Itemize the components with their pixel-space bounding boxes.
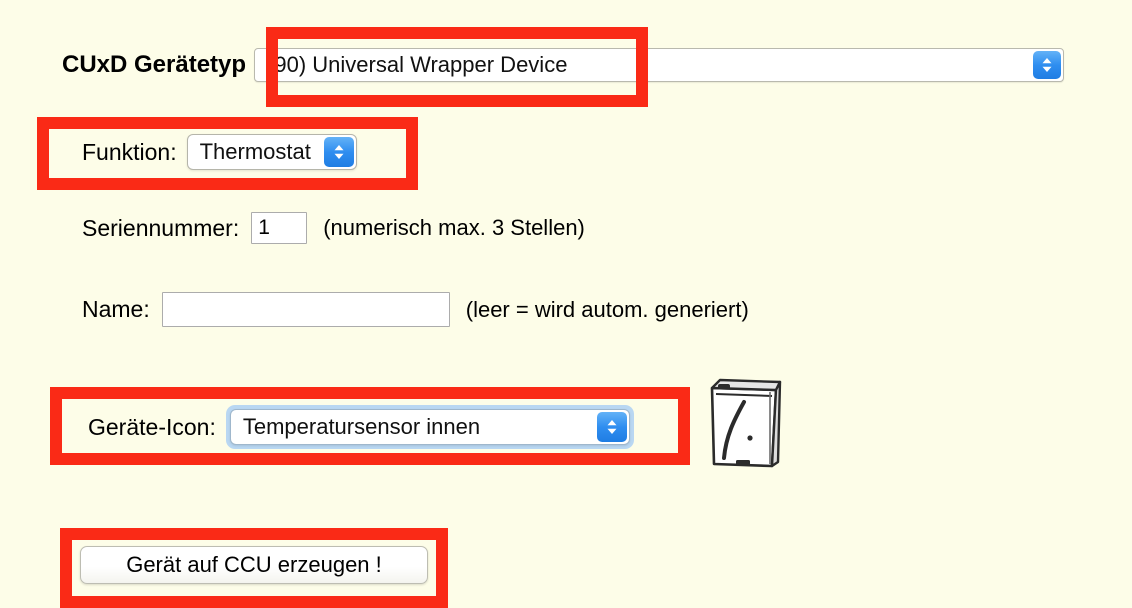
device-type-row: CUxD Gerätetyp (90) Universal Wrapper De… — [62, 48, 1065, 82]
create-device-button[interactable]: Gerät auf CCU erzeugen ! — [80, 546, 428, 584]
function-select[interactable]: Thermostat — [186, 134, 357, 170]
device-icon-row: Geräte-Icon: Temperatursensor innen — [88, 405, 634, 449]
name-label: Name: — [82, 296, 150, 322]
name-hint: (leer = wird autom. generiert) — [465, 296, 749, 322]
function-selected-value: Thermostat — [199, 139, 311, 164]
function-label: Funktion: — [82, 138, 177, 165]
device-type-selected-value: (90) Universal Wrapper Device — [267, 52, 568, 77]
serial-number-row: Seriennummer: (numerisch max. 3 Stellen) — [82, 212, 585, 244]
chevron-up-down-icon[interactable] — [596, 412, 627, 442]
name-row: Name: (leer = wird autom. generiert) — [82, 292, 749, 327]
device-icon-selected-value: Temperatursensor innen — [242, 414, 481, 439]
chevron-up-down-icon[interactable] — [323, 137, 354, 167]
submit-row: Gerät auf CCU erzeugen ! — [80, 546, 428, 584]
temperature-sensor-device-icon — [700, 374, 788, 472]
device-icon-select-focus-ring: Temperatursensor innen — [225, 405, 634, 449]
serial-number-label: Seriennummer: — [82, 214, 240, 241]
cuxd-device-create-form: CUxD Gerätetyp (90) Universal Wrapper De… — [0, 0, 1132, 608]
device-type-label: CUxD Gerätetyp — [62, 51, 247, 78]
device-type-select[interactable]: (90) Universal Wrapper Device — [254, 48, 1065, 82]
serial-number-input[interactable] — [251, 212, 308, 244]
device-icon-label: Geräte-Icon: — [88, 413, 216, 440]
serial-number-hint: (numerisch max. 3 Stellen) — [323, 215, 585, 240]
chevron-up-down-icon[interactable] — [1033, 51, 1062, 79]
function-row: Funktion: Thermostat — [82, 134, 357, 170]
device-icon-select[interactable]: Temperatursensor innen — [229, 409, 630, 445]
name-input[interactable] — [161, 292, 450, 327]
